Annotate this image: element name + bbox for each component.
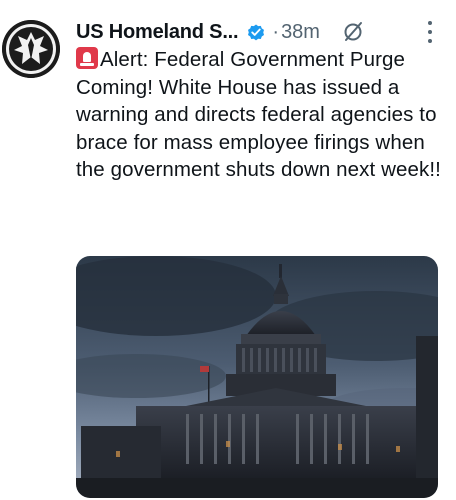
tweet-text: Alert: Federal Government Purge Coming! … [76,48,441,181]
tweet: US Homeland S... · 38m Alert: Federal Go… [0,0,456,500]
tweet-text-container: Alert: Federal Government Purge Coming! … [76,46,448,184]
shield-logo-icon [2,20,60,78]
grok-icon[interactable] [342,20,366,44]
police-siren-icon [76,47,98,69]
verified-badge-icon [246,22,266,42]
account-name[interactable]: US Homeland S... [76,21,239,44]
tweet-media-photo[interactable] [76,256,438,498]
tweet-header: US Homeland S... · 38m [76,16,456,48]
timestamp[interactable]: 38m [281,21,320,44]
more-options-icon[interactable] [426,21,434,43]
avatar[interactable] [2,20,60,78]
capitol-building-photo [76,256,438,498]
separator-dot: · [272,20,280,43]
